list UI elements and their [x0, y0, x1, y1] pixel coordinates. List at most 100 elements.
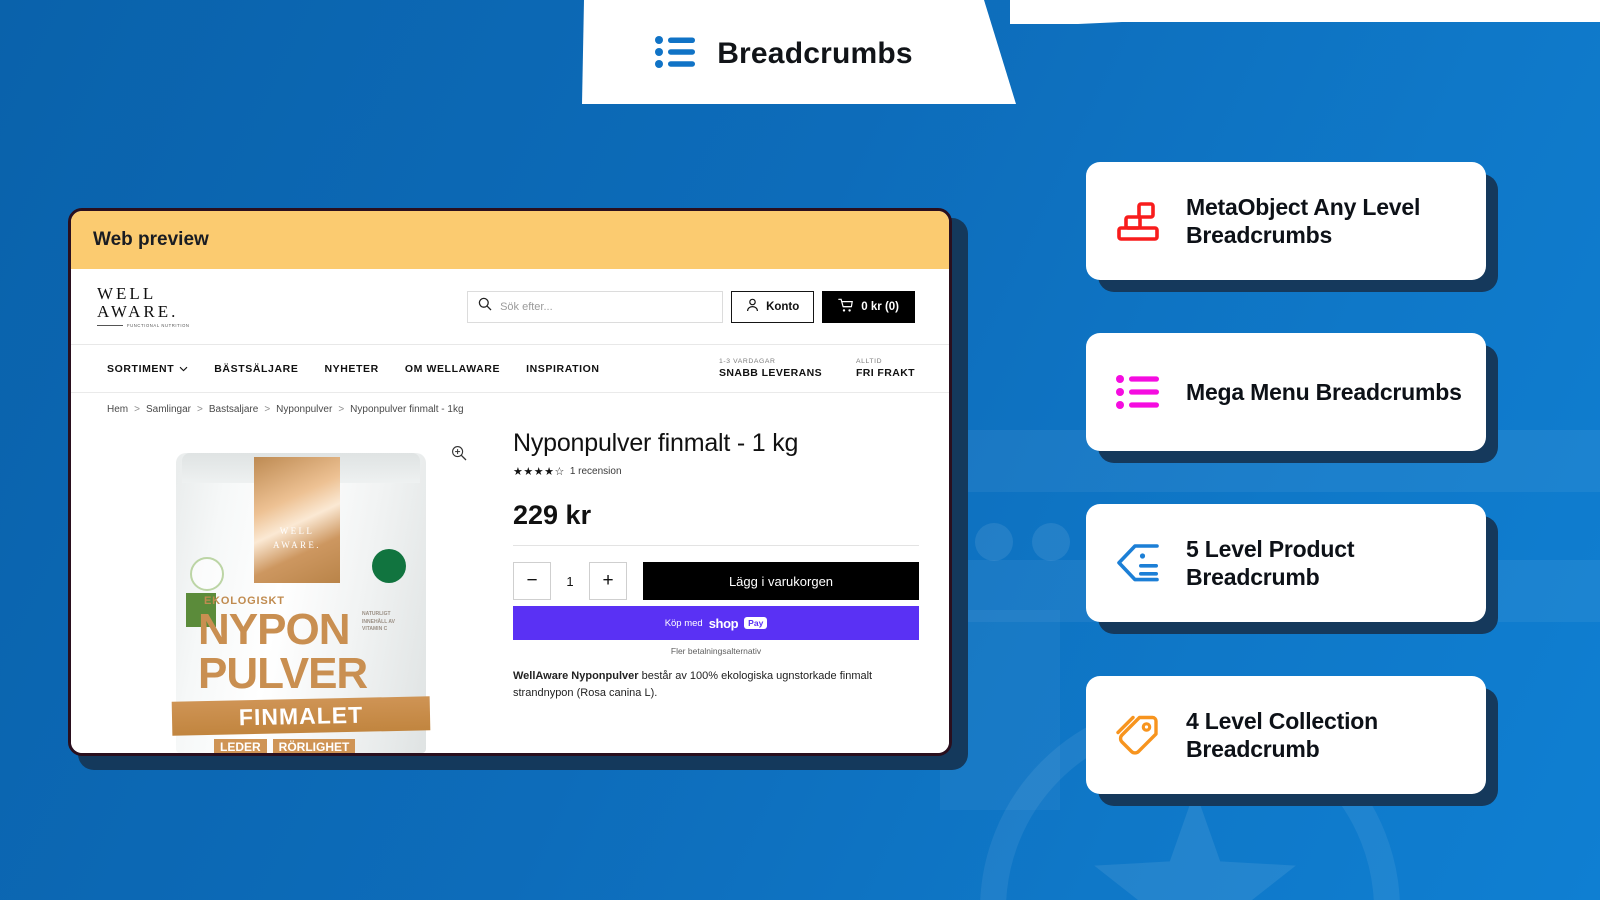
cart-button[interactable]: 0 kr (0) — [822, 290, 915, 323]
breadcrumb-item[interactable]: Nyponpulver — [276, 404, 332, 415]
site-logo[interactable]: WELL AWARE. FUNCTIONAL NUTRITION — [97, 283, 217, 328]
add-to-cart-button[interactable]: Lägg i varukorgen — [643, 562, 919, 600]
search-icon — [478, 297, 492, 316]
breadcrumb-separator: > — [264, 404, 271, 415]
account-button[interactable]: Konto — [731, 290, 815, 323]
nav-item-label: INSPIRATION — [526, 362, 600, 375]
quantity-increase-button[interactable]: + — [589, 562, 627, 600]
nav-item-sortiment[interactable]: SORTIMENT — [107, 363, 188, 375]
background-top-strip — [1010, 0, 1600, 24]
site-nav-promos: 1-3 VARDAGAR SNABB LEVERANS ALLTID FRI F… — [719, 358, 915, 379]
pouch-chip: RÖRLIGHET — [272, 739, 356, 753]
quantity-stepper: − 1 + — [513, 562, 627, 600]
header-tab: Breadcrumbs — [582, 0, 1016, 104]
breadcrumb-separator: > — [197, 404, 203, 415]
logo-line-1: WELL — [97, 283, 157, 303]
account-button-label: Konto — [766, 300, 800, 313]
cart-icon — [838, 298, 854, 316]
feature-card-metaobject[interactable]: MetaObject Any Level Breadcrumbs — [1086, 162, 1498, 292]
nav-item-label: SORTIMENT — [107, 362, 175, 375]
web-preview-window: Web preview WELL AWARE. FUNCTIONAL NUTRI… — [68, 208, 952, 756]
star-rating-icon: ★★★★☆ — [513, 466, 565, 478]
quantity-decrease-button[interactable]: − — [513, 562, 551, 600]
bullet-list-icon — [655, 35, 696, 74]
promo-eyebrow: ALLTID — [855, 358, 883, 365]
site-header: WELL AWARE. FUNCTIONAL NUTRITION Sök eft… — [71, 269, 949, 345]
web-preview-title: Web preview — [93, 229, 209, 250]
magnifier-plus-icon[interactable] — [451, 445, 467, 466]
product-price: 229 kr — [513, 500, 592, 530]
bullet-list-icon — [1112, 374, 1164, 410]
promo-delivery: 1-3 VARDAGAR SNABB LEVERANS — [719, 358, 822, 379]
feature-card-label: 5 Level Product Breadcrumb — [1186, 535, 1355, 590]
logo-line-2: AWARE. — [97, 301, 217, 321]
search-input[interactable]: Sök efter... — [467, 290, 724, 323]
pouch-benefit-chips: LEDER RÖRLIGHET — [214, 739, 356, 753]
nav-item-om-wellaware[interactable]: OM WELLAWARE — [405, 363, 500, 375]
pouch-variant-label: FINMALET — [238, 701, 364, 731]
feature-card-label: 4 Level Collection Breadcrumb — [1186, 707, 1378, 762]
pouch-brand-line1: WELL — [279, 526, 315, 536]
pouch-brand-line2: AWARE. — [273, 539, 321, 550]
nav-item-label: OM WELLAWARE — [404, 362, 501, 375]
breadcrumb-separator: > — [338, 404, 345, 415]
product-description: WellAware Nyponpulver består av 100% eko… — [513, 668, 919, 702]
pouch-side-note: NATURLIGT INNEHÅLL AV VITAMIN C — [362, 611, 395, 632]
feature-card-mega-menu[interactable]: Mega Menu Breadcrumbs — [1086, 333, 1498, 463]
vegan-badge-icon — [190, 557, 224, 591]
chevron-down-icon — [179, 363, 188, 375]
nav-item-nyheter[interactable]: NYHETER — [324, 363, 378, 375]
promo-eyebrow: 1-3 VARDAGAR — [718, 358, 776, 365]
product-media: WELL AWARE. EKOLOGISKT NYPON PULVER NATU… — [71, 423, 501, 753]
shop-pay-prefix: Köp med — [664, 617, 703, 629]
shop-pay-button[interactable]: Köp med shop Pay — [513, 606, 919, 640]
more-payment-options-link[interactable]: Fler betalningsalternativ — [513, 646, 919, 656]
screenshot-root: Breadcrumbs Web preview WELL AWARE. FUNC… — [0, 0, 1600, 900]
nav-item-label: NYHETER — [324, 362, 379, 375]
review-count-label: 1 recension — [569, 466, 622, 477]
cart-button-label: 0 kr (0) — [861, 300, 899, 313]
pouch-chip: LEDER — [214, 739, 267, 753]
feature-card-collection-breadcrumb[interactable]: 4 Level Collection Breadcrumb — [1086, 676, 1498, 806]
logo-tagline-row: FUNCTIONAL NUTRITION — [97, 323, 217, 328]
pouch-title-line1: NYPON — [198, 605, 350, 654]
quantity-value[interactable]: 1 — [551, 574, 589, 589]
product-info: Nyponpulver finmalt - 1 kg ★★★★☆ 1 recen… — [501, 423, 949, 753]
site-header-actions: Sök efter... Konto 0 kr (0) — [467, 290, 915, 323]
breadcrumb-item[interactable]: Hem — [107, 404, 128, 415]
product-rating[interactable]: ★★★★☆ 1 recension — [513, 465, 919, 478]
divider — [513, 545, 919, 546]
nav-item-inspiration[interactable]: INSPIRATION — [526, 363, 600, 375]
logo-line-2-text: AWARE — [97, 301, 172, 321]
breadcrumb: Hem > Samlingar > Bastsaljare > Nyponpul… — [71, 393, 949, 415]
site-nav: SORTIMENT BÄSTSÄLJARE NYHETER OM WELLAWA… — [71, 345, 949, 393]
site-viewport: WELL AWARE. FUNCTIONAL NUTRITION Sök eft… — [71, 269, 949, 753]
shop-pay-brand: shop — [708, 615, 739, 631]
feature-card-label: Mega Menu Breadcrumbs — [1186, 378, 1462, 405]
shop-pay-badge: Pay — [744, 617, 768, 629]
promo-label: FRI FRAKT — [855, 367, 915, 379]
breadcrumb-item[interactable]: Samlingar — [146, 404, 191, 415]
feature-card-product-breadcrumb[interactable]: 5 Level Product Breadcrumb — [1086, 504, 1498, 634]
tag-lines-icon — [1112, 541, 1164, 585]
breadcrumb-separator: > — [134, 404, 140, 415]
user-icon — [746, 298, 759, 315]
logo-dot: . — [171, 301, 179, 321]
blocks-icon — [1112, 200, 1164, 242]
page-title: Breadcrumbs — [717, 37, 913, 70]
logo-rule-line — [97, 325, 123, 327]
logo-tagline: FUNCTIONAL NUTRITION — [127, 323, 190, 329]
product-title: Nyponpulver finmalt - 1 kg — [513, 429, 799, 457]
pouch-brand-band — [254, 457, 340, 583]
promo-shipping: ALLTID FRI FRAKT — [856, 358, 915, 379]
product-section: WELL AWARE. EKOLOGISKT NYPON PULVER NATU… — [71, 415, 949, 753]
nav-item-label: BÄSTSÄLJARE — [214, 362, 299, 375]
purchase-row: − 1 + Lägg i varukorgen — [513, 562, 919, 600]
product-description-bold: WellAware Nyponpulver — [513, 670, 639, 682]
pouch-title-line2: PULVER — [198, 649, 368, 698]
nav-item-bastsaljare[interactable]: BÄSTSÄLJARE — [214, 363, 298, 375]
pouch-brand-text: WELL AWARE. — [254, 525, 340, 552]
product-image[interactable]: WELL AWARE. EKOLOGISKT NYPON PULVER NATU… — [171, 453, 431, 753]
green-seal-badge-icon — [372, 549, 406, 583]
breadcrumb-item[interactable]: Bastsaljare — [209, 404, 258, 415]
